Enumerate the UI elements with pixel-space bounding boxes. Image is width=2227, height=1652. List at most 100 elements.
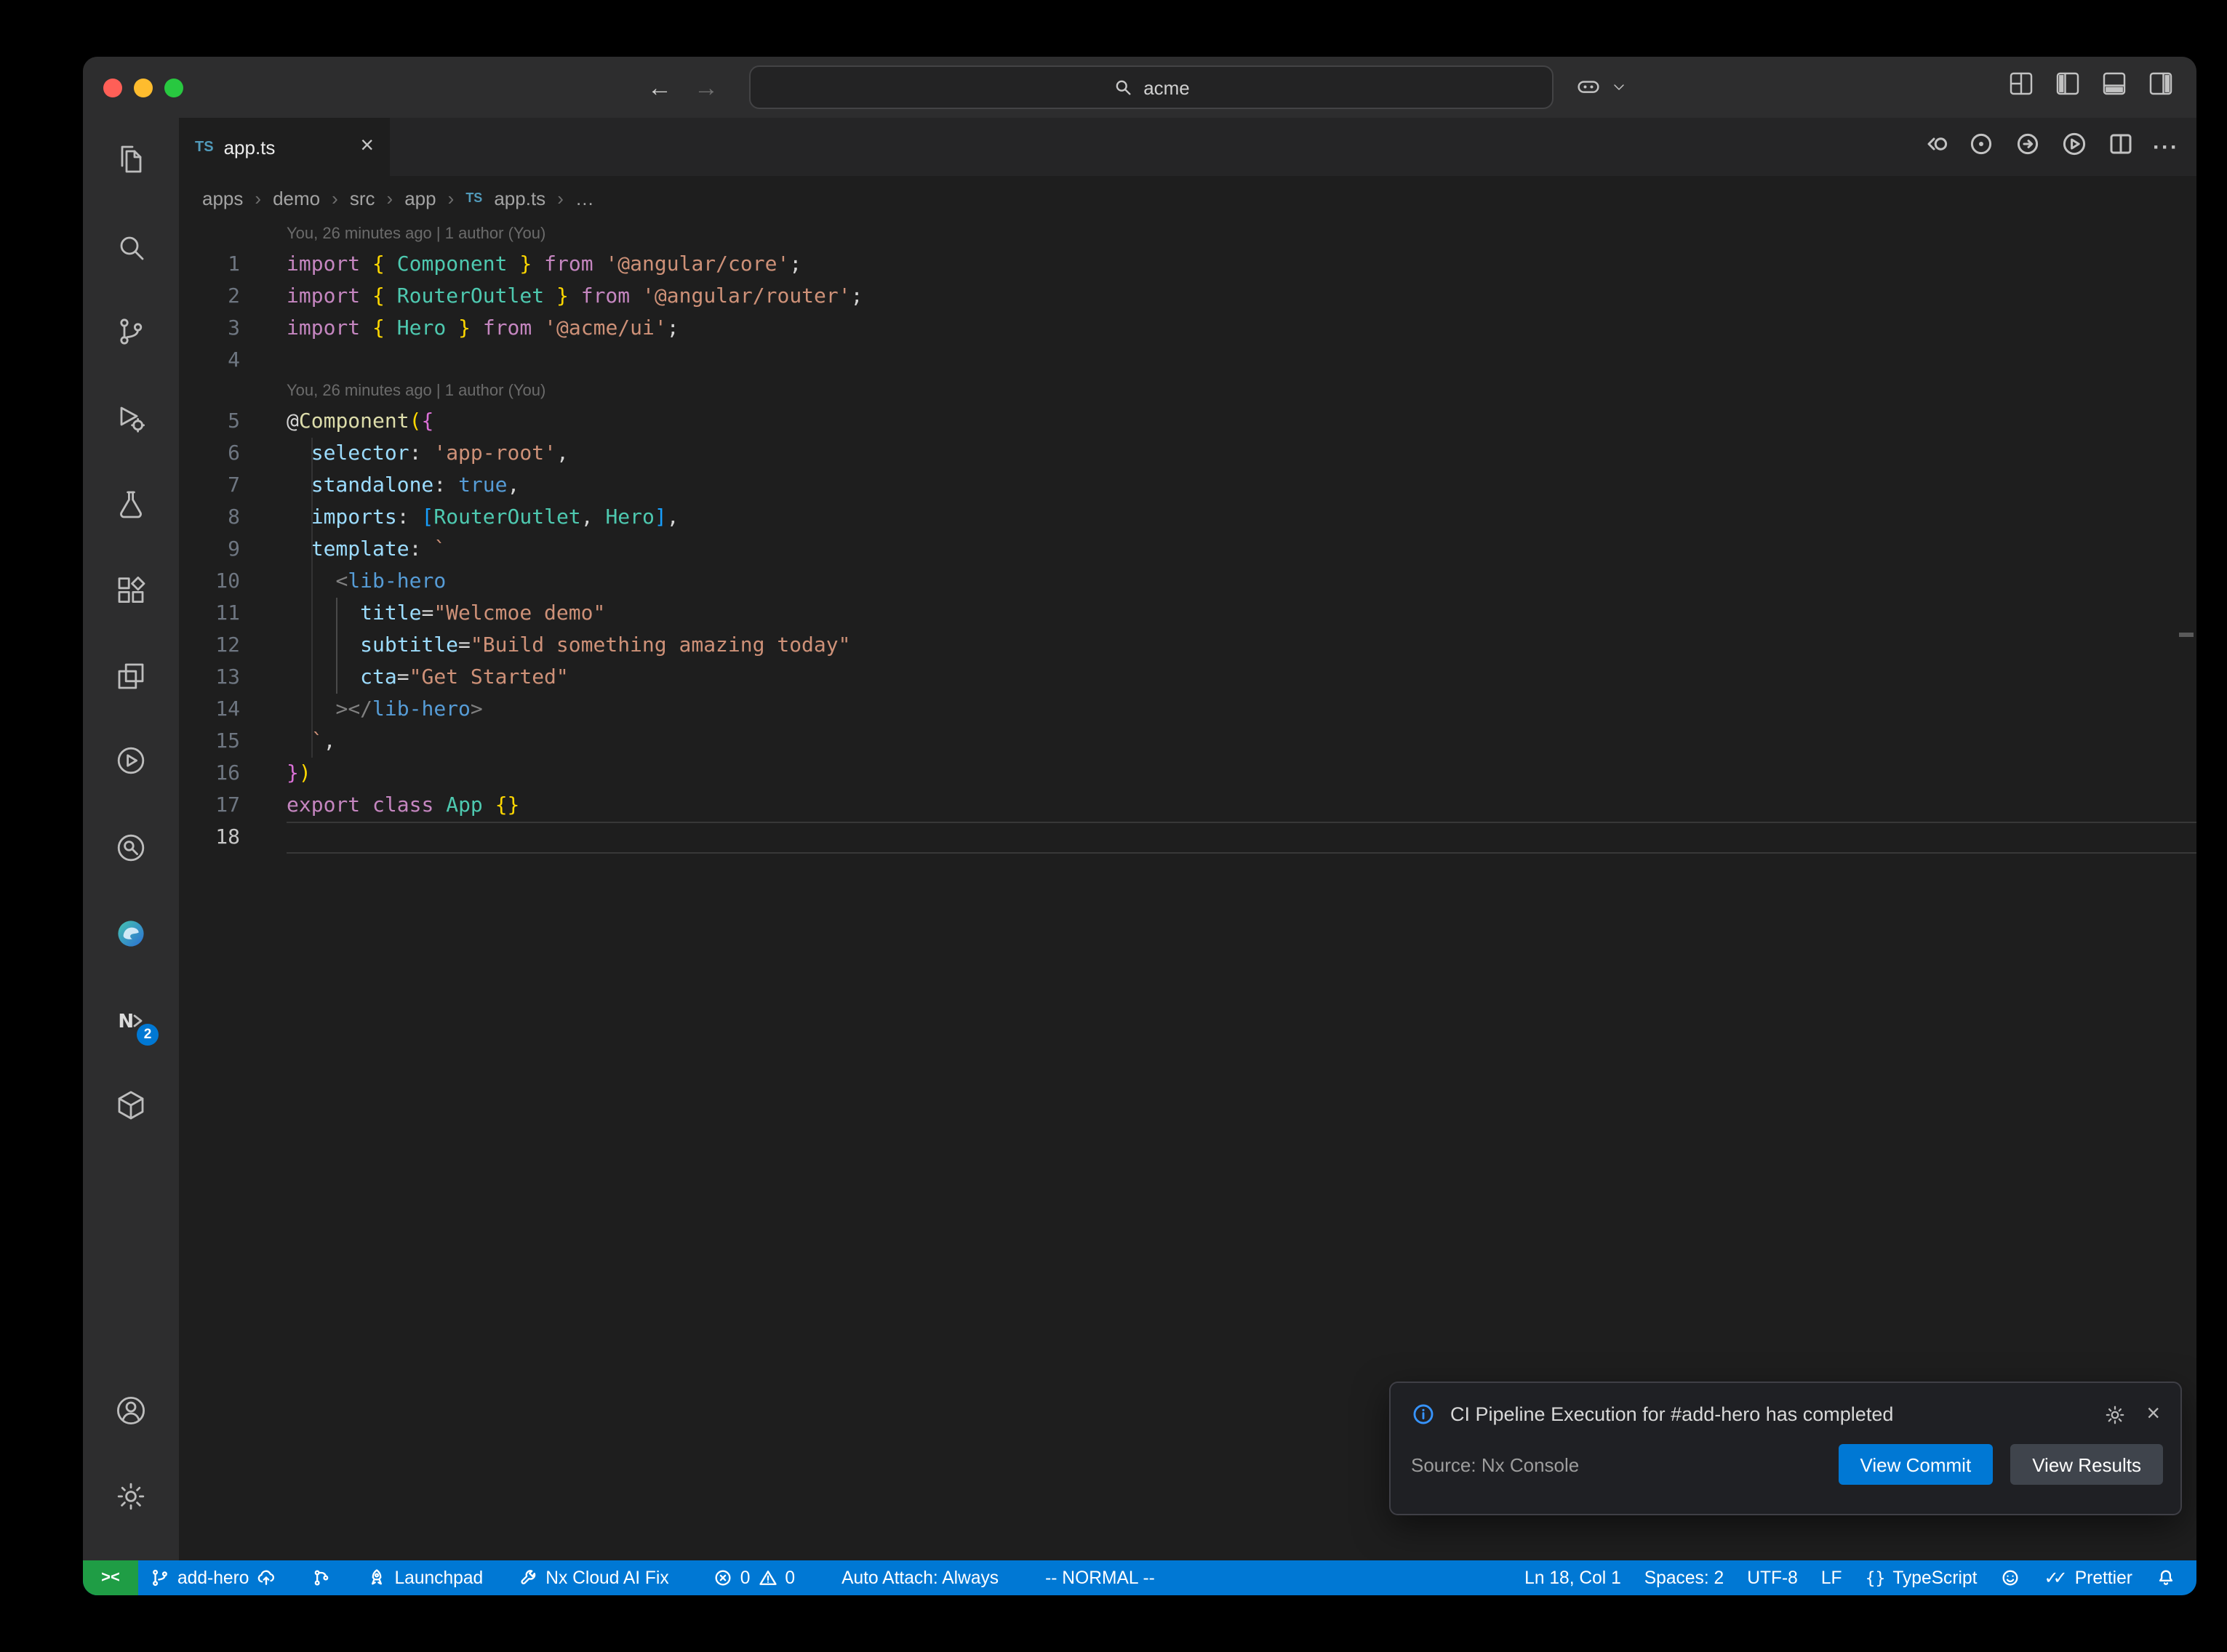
command-center-search[interactable]: acme (749, 65, 1554, 109)
open-changes-icon[interactable] (1920, 129, 1949, 165)
code-line-14[interactable]: 14 ></lib-hero> (179, 694, 2196, 726)
code-line-7[interactable]: 7 standalone: true, (179, 470, 2196, 502)
launchpad-item[interactable]: Launchpad (355, 1560, 495, 1595)
accounts-icon[interactable] (113, 1393, 148, 1428)
remote-indicator[interactable]: >< (83, 1560, 138, 1595)
code-line-18[interactable]: 18 (179, 822, 2196, 854)
split-editor-icon[interactable] (2106, 129, 2135, 165)
more-actions-icon[interactable]: ··· (2153, 135, 2179, 159)
feedback-smiley-icon (2001, 1568, 2021, 1588)
warning-icon (757, 1568, 777, 1588)
containers-icon[interactable] (113, 1088, 148, 1123)
editor-actions: ··· (1920, 118, 2179, 176)
breadcrumb-src[interactable]: src (350, 187, 375, 209)
nx-cloud-fix-item[interactable]: Nx Cloud AI Fix (506, 1560, 681, 1595)
code-line-16[interactable]: 16}) (179, 758, 2196, 790)
zoom-window-button[interactable] (164, 78, 183, 97)
problems-item[interactable]: 0 0 (701, 1560, 807, 1595)
notifications-bell-item[interactable] (2144, 1560, 2188, 1595)
vscode-window: ← → acme N2 TS app.ts (83, 57, 2196, 1595)
minimize-window-button[interactable] (134, 78, 153, 97)
wrench-icon (518, 1568, 538, 1588)
gitlens-graph-icon[interactable] (1967, 129, 1996, 165)
toggle-panel-icon[interactable] (2099, 68, 2130, 106)
view-results-button[interactable]: View Results (2010, 1444, 2163, 1485)
go-to-file-icon[interactable] (2013, 129, 2042, 165)
vim-mode-item[interactable]: -- NORMAL -- (1033, 1560, 1167, 1595)
run-file-icon[interactable] (2060, 129, 2089, 165)
notification-settings-gear-icon[interactable] (2103, 1403, 2126, 1426)
back-icon[interactable]: ← (647, 75, 672, 100)
code-line-8[interactable]: 8 imports: [RouterOutlet, Hero], (179, 502, 2196, 534)
indentation-item[interactable]: Spaces: 2 (1633, 1560, 1735, 1595)
breadcrumb-demo[interactable]: demo (273, 187, 320, 209)
code-line-15[interactable]: 15 `, (179, 726, 2196, 758)
code-line-17[interactable]: 17export class App {} (179, 790, 2196, 822)
customize-layout-icon[interactable] (2006, 68, 2036, 106)
formatter-item[interactable]: ✓✓ Prettier (2033, 1560, 2145, 1595)
search-icon (1113, 77, 1133, 97)
encoding-item[interactable]: UTF-8 (1735, 1560, 1810, 1595)
close-window-button[interactable] (103, 78, 122, 97)
breadcrumb-app[interactable]: app (404, 187, 436, 209)
edge-tools-icon[interactable] (113, 916, 148, 951)
source-control-icon[interactable] (113, 314, 148, 349)
code-line-12[interactable]: 12 subtitle="Build something amazing tod… (179, 630, 2196, 662)
eol-item[interactable]: LF (1810, 1560, 1854, 1595)
testing-icon[interactable] (113, 487, 148, 522)
explorer-icon[interactable] (113, 143, 148, 177)
breadcrumb-symbol-overflow[interactable]: … (575, 187, 594, 209)
auto-attach-item[interactable]: Auto Attach: Always (830, 1560, 1010, 1595)
tab-bar: TS app.ts × ··· (179, 118, 2196, 176)
git-branch-icon (150, 1568, 170, 1588)
run-tasks-icon[interactable] (113, 743, 148, 778)
copilot-menu[interactable] (1574, 57, 1628, 118)
toggle-secondary-sidebar-icon[interactable] (2146, 68, 2176, 106)
breadcrumb-apps[interactable]: apps (202, 187, 243, 209)
formatter-label: Prettier (2075, 1568, 2132, 1588)
nx-console-icon[interactable]: N2 (113, 1003, 148, 1038)
history-navigation: ← → (647, 57, 719, 118)
code-line-2[interactable]: 2import { RouterOutlet } from '@angular/… (179, 281, 2196, 313)
code-line-3[interactable]: 3import { Hero } from '@acme/ui'; (179, 313, 2196, 345)
notification-message: CI Pipeline Execution for #add-hero has … (1450, 1403, 2088, 1425)
status-bar-right: Ln 18, Col 1 Spaces: 2 UTF-8 LF {} TypeS… (1513, 1560, 2196, 1595)
code-line-5[interactable]: 5@Component({ (179, 406, 2196, 438)
feedback-item[interactable] (1989, 1560, 2033, 1595)
code-line-1[interactable]: 1import { Component } from '@angular/cor… (179, 249, 2196, 281)
search-icon[interactable] (113, 230, 148, 265)
tab-app-ts[interactable]: TS app.ts × (179, 118, 390, 176)
layout-controls (2006, 57, 2176, 118)
branch-item[interactable]: add-hero (138, 1560, 288, 1595)
code-line-4[interactable]: 4 (179, 345, 2196, 377)
notification-toast: CI Pipeline Execution for #add-hero has … (1389, 1382, 2182, 1515)
language-label: TypeScript (1892, 1568, 1977, 1588)
error-icon (713, 1568, 733, 1588)
code-line-9[interactable]: 9 template: ` (179, 534, 2196, 566)
close-tab-icon[interactable]: × (360, 135, 374, 159)
svg-text:N: N (118, 1011, 134, 1032)
code-line-10[interactable]: 10 <lib-hero (179, 566, 2196, 598)
run-debug-icon[interactable] (113, 401, 148, 436)
code-line-11[interactable]: 11 title="Welcmoe demo" (179, 598, 2196, 630)
code-line-13[interactable]: 13 cta="Get Started" (179, 662, 2196, 694)
editor[interactable]: You, 26 minutes ago | 1 author (You)1imp… (179, 220, 2196, 1560)
launchpad-label: Launchpad (394, 1568, 483, 1588)
settings-gear-icon[interactable] (113, 1479, 148, 1514)
code-search-icon[interactable] (113, 830, 148, 865)
extensions-icon[interactable] (113, 573, 148, 608)
remote-explorer-icon[interactable] (113, 659, 148, 694)
view-commit-button[interactable]: View Commit (1839, 1444, 1994, 1485)
overview-ruler-marker (2179, 633, 2194, 637)
forward-icon[interactable]: → (694, 75, 719, 100)
breadcrumb-separator-icon: › (332, 187, 338, 209)
toggle-primary-sidebar-icon[interactable] (2052, 68, 2083, 106)
nx-badge: 2 (137, 1024, 159, 1046)
cursor-position-item[interactable]: Ln 18, Col 1 (1513, 1560, 1633, 1595)
notification-close-icon[interactable]: × (2146, 1403, 2160, 1426)
window-controls (103, 78, 183, 97)
language-mode-item[interactable]: {} TypeScript (1854, 1560, 1989, 1595)
gitlens-graph-item[interactable] (300, 1560, 343, 1595)
breadcrumb-file[interactable]: app.ts (494, 187, 545, 209)
code-line-6[interactable]: 6 selector: 'app-root', (179, 438, 2196, 470)
